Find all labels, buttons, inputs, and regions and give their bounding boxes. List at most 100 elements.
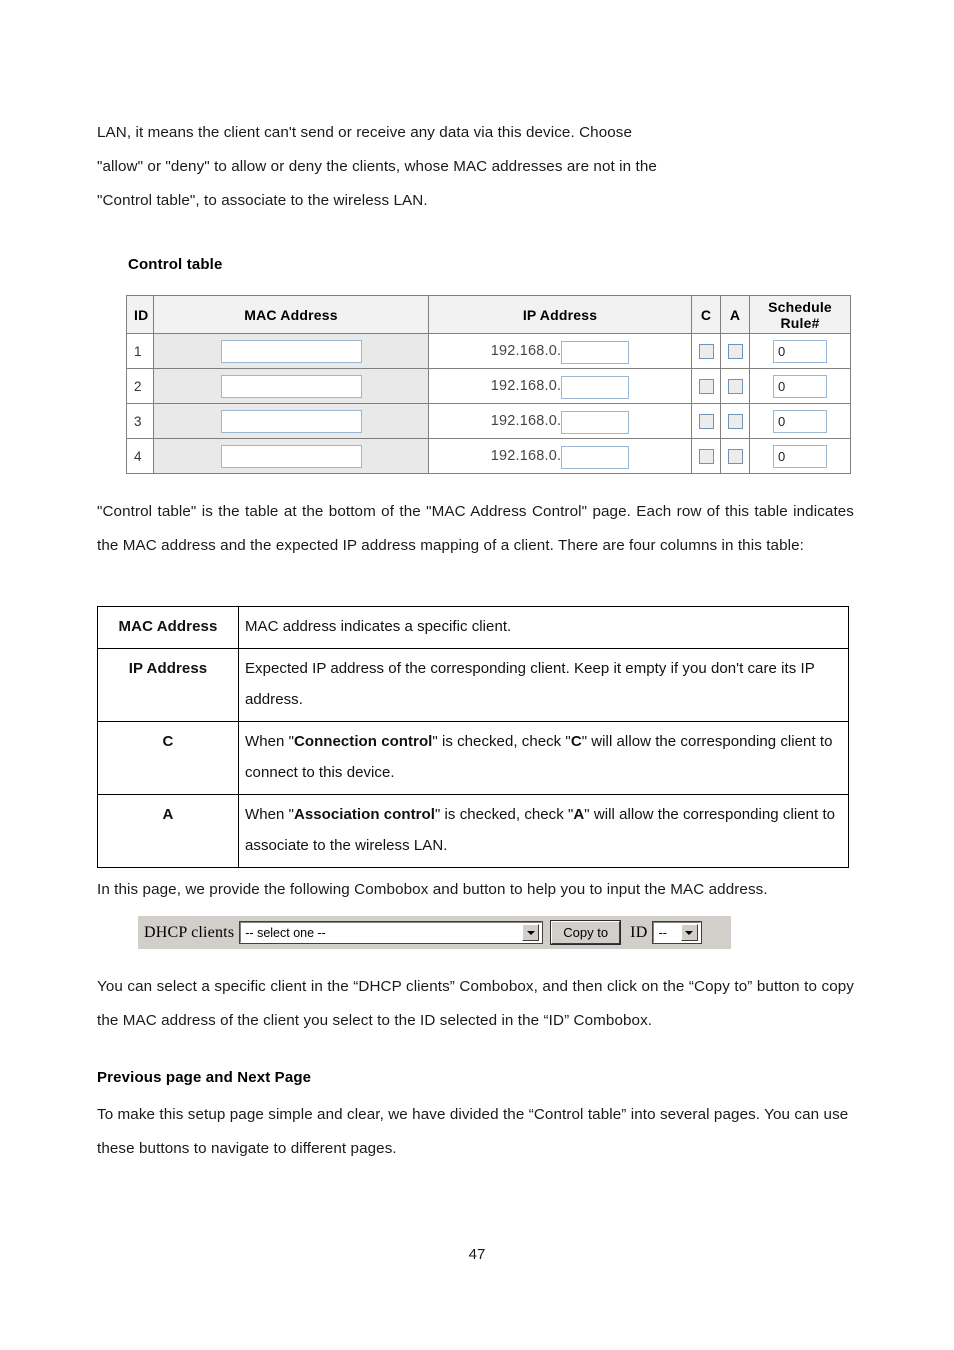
dhcp-clients-widget: DHCP clients -- select one -- Copy to ID…	[138, 916, 731, 949]
definition-row: MAC Address MAC address indicates a speci…	[97, 606, 849, 649]
intro-line-3: "Control table", to associate to the wir…	[97, 192, 428, 209]
mac-address-cell	[153, 333, 429, 369]
mac-address-input[interactable]	[220, 409, 362, 433]
column-header-ip: IP Address	[428, 295, 692, 334]
ip-suffix-input[interactable]	[561, 375, 630, 399]
control-table: ID MAC Address IP Address C A Schedule R…	[126, 295, 851, 474]
schedule-rule-input[interactable]: 0	[773, 374, 827, 398]
control-table-row: 2 192.168.0. 0	[126, 368, 851, 404]
combobox-description-paragraph: You can select a specific client in the …	[97, 978, 854, 1029]
id-select-value: --	[658, 925, 667, 940]
schedule-rule-input[interactable]: 0	[773, 444, 827, 468]
ip-address-cell: 192.168.0.	[428, 333, 692, 369]
definition-emphasis: C	[570, 733, 582, 750]
chevron-down-icon-id[interactable]	[680, 924, 698, 941]
definition-key: MAC Address	[97, 606, 239, 649]
ip-prefix-label: 192.168.0.	[490, 378, 562, 394]
association-checkbox[interactable]	[727, 413, 743, 429]
schedule-rule-cell: 0	[749, 368, 851, 404]
schedule-rule-input[interactable]: 0	[773, 409, 827, 433]
document-page: LAN, it means the client can't send or r…	[0, 0, 954, 1350]
association-checkbox[interactable]	[727, 378, 743, 394]
definition-value: When "Connection control" is checked, ch…	[238, 721, 849, 795]
definition-text: MAC address indicates a specific client.	[245, 618, 512, 635]
page-number: 47	[468, 1246, 486, 1263]
definition-key: C	[97, 721, 239, 795]
description-paragraph: "Control table" is the table at the bott…	[97, 503, 854, 554]
connection-checkbox[interactable]	[698, 413, 714, 429]
id-select[interactable]: --	[651, 921, 702, 944]
definition-text: " is checked, check "	[434, 806, 574, 823]
schedule-rule-cell: 0	[749, 438, 851, 474]
association-checkbox[interactable]	[727, 448, 743, 464]
association-control-cell	[720, 368, 750, 404]
ip-address-cell: 192.168.0.	[428, 403, 692, 439]
definition-text: Expected IP address of the corresponding…	[245, 660, 815, 708]
ip-address-cell: 192.168.0.	[428, 438, 692, 474]
mac-address-input[interactable]	[220, 374, 362, 398]
dhcp-clients-select[interactable]: -- select one --	[239, 921, 544, 944]
column-header-c: C	[691, 295, 721, 334]
schedule-rule-input[interactable]: 0	[773, 339, 827, 363]
dhcp-clients-label: DHCP clients	[144, 923, 235, 941]
ip-prefix-label: 192.168.0.	[490, 413, 562, 429]
association-control-cell	[720, 333, 750, 369]
connection-control-cell	[691, 333, 721, 369]
definition-text: When "	[245, 733, 294, 750]
previous-next-paragraph: To make this setup page simple and clear…	[97, 1106, 849, 1157]
id-label: ID	[630, 923, 648, 941]
schedule-rule-cell: 0	[749, 403, 851, 439]
intro-paragraph: LAN, it means the client can't send or r…	[97, 116, 857, 218]
definition-text: When "	[245, 806, 294, 823]
row-id-cell: 1	[126, 333, 154, 369]
connection-control-cell	[691, 368, 721, 404]
mac-address-cell	[153, 438, 429, 474]
connection-control-cell	[691, 403, 721, 439]
chevron-down-icon[interactable]	[522, 924, 540, 941]
column-header-id: ID	[126, 295, 154, 334]
definition-row: A When "Association control" is checked, …	[97, 794, 849, 868]
definition-table-wrapper: MAC Address MAC address indicates a speci…	[97, 606, 849, 868]
control-table-row: 3 192.168.0. 0	[126, 403, 851, 439]
definition-key: IP Address	[97, 648, 239, 722]
control-table-screenshot: ID MAC Address IP Address C A Schedule R…	[126, 295, 851, 474]
dhcp-clients-select-value: -- select one --	[245, 925, 326, 940]
ip-prefix-label: 192.168.0.	[490, 448, 562, 464]
definition-key: A	[97, 794, 239, 868]
intro-line-2: "allow" or "deny" to allow or deny the c…	[97, 158, 657, 175]
mac-address-input[interactable]	[220, 339, 362, 363]
definition-row: C When "Connection control" is checked, c…	[97, 721, 849, 795]
definition-value: Expected IP address of the corresponding…	[238, 648, 849, 722]
mac-address-input[interactable]	[220, 444, 362, 468]
ip-suffix-input[interactable]	[561, 410, 630, 434]
previous-next-heading: Previous page and Next Page	[97, 1069, 312, 1086]
definition-value: When "Association control" is checked, c…	[238, 794, 849, 868]
column-header-schedule-rule: Schedule Rule#	[749, 295, 851, 334]
ip-address-cell: 192.168.0.	[428, 368, 692, 404]
association-checkbox[interactable]	[727, 343, 743, 359]
control-table-heading: Control table	[128, 256, 223, 273]
control-table-header-row: ID MAC Address IP Address C A Schedule R…	[126, 295, 851, 334]
mac-address-cell	[153, 403, 429, 439]
ip-prefix-label: 192.168.0.	[490, 343, 562, 359]
schedule-rule-cell: 0	[749, 333, 851, 369]
definition-emphasis: Connection control	[293, 733, 433, 750]
association-control-cell	[720, 403, 750, 439]
definition-text: " is checked, check "	[432, 733, 571, 750]
control-table-row: 4 192.168.0. 0	[126, 438, 851, 474]
intro-line-1: LAN, it means the client can't send or r…	[97, 124, 633, 141]
connection-checkbox[interactable]	[698, 378, 714, 394]
row-id-cell: 4	[126, 438, 154, 474]
mac-address-cell	[153, 368, 429, 404]
column-header-a: A	[720, 295, 750, 334]
definition-emphasis: Association control	[293, 806, 435, 823]
column-header-mac: MAC Address	[153, 295, 429, 334]
ip-suffix-input[interactable]	[561, 340, 630, 364]
connection-checkbox[interactable]	[698, 448, 714, 464]
definition-row: IP Address Expected IP address of the cor…	[97, 648, 849, 722]
ip-suffix-input[interactable]	[561, 445, 630, 469]
definition-table: MAC Address MAC address indicates a speci…	[97, 606, 849, 868]
connection-checkbox[interactable]	[698, 343, 714, 359]
combobox-intro-paragraph: In this page, we provide the following C…	[97, 881, 768, 898]
copy-to-button[interactable]: Copy to	[550, 920, 622, 945]
